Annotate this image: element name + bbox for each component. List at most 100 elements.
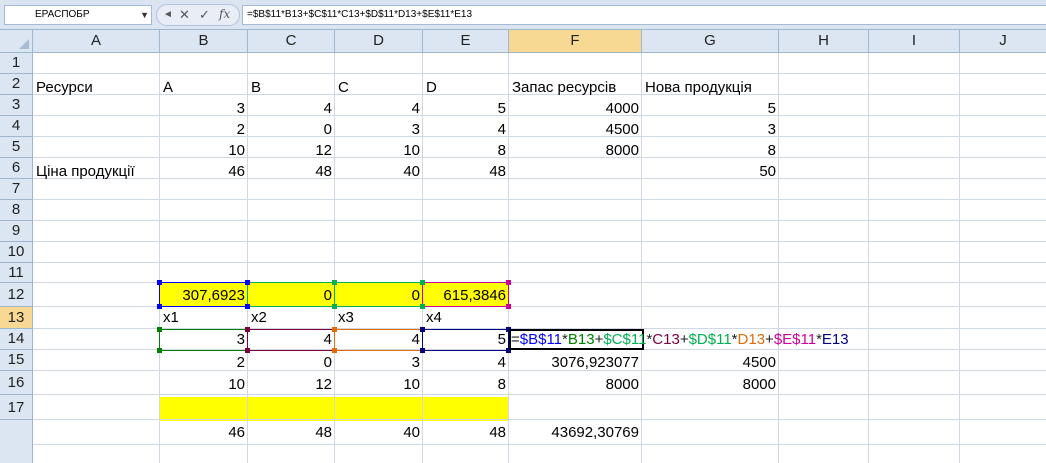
range-handle[interactable] [332, 304, 337, 309]
cell-c12[interactable]: x2 [248, 307, 335, 328]
cell-b12[interactable]: x1 [160, 307, 248, 328]
cell-b3[interactable]: 3 [160, 98, 248, 119]
row-header-1[interactable]: 1 [0, 53, 33, 74]
cell-e14[interactable]: 4 [423, 352, 509, 373]
cell-g3[interactable]: 5 [642, 98, 779, 119]
row-header-11[interactable]: 11 [0, 263, 33, 283]
cell-b11[interactable]: 307,6923 [160, 285, 248, 306]
cell-g4[interactable]: 3 [642, 119, 779, 140]
column-header-a[interactable]: A [33, 30, 160, 52]
range-handle[interactable] [332, 280, 337, 285]
range-handle[interactable] [245, 280, 250, 285]
cell-d12[interactable]: x3 [335, 307, 423, 328]
column-header-f[interactable]: F [509, 30, 642, 52]
cell-e4[interactable]: 4 [423, 119, 509, 140]
cell-c14[interactable]: 0 [248, 352, 335, 373]
row-header-10[interactable]: 10 [0, 242, 33, 263]
cell-e3[interactable]: 5 [423, 98, 509, 119]
row-header-9[interactable]: 9 [0, 221, 33, 242]
range-handle[interactable] [420, 327, 425, 332]
row-header-4[interactable]: 4 [0, 116, 33, 137]
range-handle[interactable] [332, 327, 337, 332]
cell-b6[interactable]: 46 [160, 161, 248, 182]
enter-icon[interactable]: ✓ [199, 7, 210, 23]
cell-c4[interactable]: 0 [248, 119, 335, 140]
cell-b13[interactable]: 3 [160, 329, 248, 350]
cell-f14[interactable]: 3076,923077 [509, 352, 642, 373]
range-handle[interactable] [157, 348, 162, 353]
cell-f17[interactable]: 43692,30769 [509, 422, 642, 443]
row-header-2[interactable]: 2 [0, 74, 33, 95]
cell-b17[interactable]: 46 [160, 422, 248, 443]
name-box[interactable]: ЕРАСПОБР ▼ [4, 5, 152, 25]
cell-f2[interactable]: Запас ресурсів [509, 77, 642, 98]
cell-c6[interactable]: 48 [248, 161, 335, 182]
range-handle[interactable] [157, 304, 162, 309]
column-header-c[interactable]: C [248, 30, 335, 52]
row-header-7[interactable]: 7 [0, 179, 33, 200]
formula-input[interactable]: =$B$11*B13+$C$11*C13+$D$11*D13+$E$11*E13 [242, 5, 1046, 25]
cell-a2[interactable]: Ресурси [33, 77, 160, 98]
cell-g6[interactable]: 50 [642, 161, 779, 182]
cell-a6[interactable]: Ціна продукції [33, 161, 160, 182]
cell-g14[interactable]: 4500 [642, 352, 779, 373]
cell-b2[interactable]: A [160, 77, 248, 98]
row-header-8[interactable]: 8 [0, 200, 33, 221]
column-header-d[interactable]: D [335, 30, 423, 52]
range-handle[interactable] [420, 304, 425, 309]
cell-g5[interactable]: 8 [642, 140, 779, 161]
range-handle[interactable] [420, 280, 425, 285]
cell-e12[interactable]: x4 [423, 307, 509, 328]
cell-c15[interactable]: 12 [248, 374, 335, 395]
range-handle[interactable] [506, 280, 511, 285]
cell-e17[interactable]: 48 [423, 422, 509, 443]
row-header-5[interactable]: 5 [0, 137, 33, 158]
cell-c11[interactable]: 0 [248, 285, 335, 306]
cell-e15[interactable]: 8 [423, 374, 509, 395]
cell-d6[interactable]: 40 [335, 161, 423, 182]
column-header-h[interactable]: H [779, 30, 869, 52]
cell-f5[interactable]: 8000 [509, 140, 642, 161]
select-all-button[interactable] [0, 30, 33, 52]
cell-b15[interactable]: 10 [160, 374, 248, 395]
range-handle[interactable] [506, 304, 511, 309]
range-handle[interactable] [157, 280, 162, 285]
cell-d15[interactable]: 10 [335, 374, 423, 395]
chevron-down-icon[interactable]: ▼ [140, 6, 149, 24]
range-handle[interactable] [245, 348, 250, 353]
range-handle[interactable] [157, 327, 162, 332]
range-handle[interactable] [332, 348, 337, 353]
row-header-15[interactable]: 15 [0, 350, 33, 371]
cell-c17[interactable]: 48 [248, 422, 335, 443]
expand-icon[interactable]: ◄ [163, 9, 173, 20]
cell-d4[interactable]: 3 [335, 119, 423, 140]
cell-e13[interactable]: 5 [423, 329, 509, 350]
cell-d11[interactable]: 0 [335, 285, 423, 306]
cell-d5[interactable]: 10 [335, 140, 423, 161]
column-header-e[interactable]: E [423, 30, 509, 52]
cell-d3[interactable]: 4 [335, 98, 423, 119]
cell-f15[interactable]: 8000 [509, 374, 642, 395]
cell-c3[interactable]: 4 [248, 98, 335, 119]
cell-c13[interactable]: 4 [248, 329, 335, 350]
column-header-i[interactable]: I [869, 30, 960, 52]
cell-d17[interactable]: 40 [335, 422, 423, 443]
cancel-icon[interactable]: ✕ [179, 7, 190, 23]
in-cell-formula[interactable]: =$B$11*B13+$C$11*C13+$D$11*D13+$E$11*E13 [511, 329, 849, 350]
range-handle[interactable] [245, 327, 250, 332]
row-header-13[interactable]: 13 [0, 307, 33, 329]
cell-e6[interactable]: 48 [423, 161, 509, 182]
column-header-b[interactable]: B [160, 30, 248, 52]
cell-d2[interactable]: C [335, 77, 423, 98]
cell-f3[interactable]: 4000 [509, 98, 642, 119]
row-header-3[interactable]: 3 [0, 95, 33, 116]
range-handle[interactable] [245, 304, 250, 309]
cell-f4[interactable]: 4500 [509, 119, 642, 140]
cell-e2[interactable]: D [423, 77, 509, 98]
cell-d14[interactable]: 3 [335, 352, 423, 373]
cell-b5[interactable]: 10 [160, 140, 248, 161]
row-header-6[interactable]: 6 [0, 158, 33, 179]
column-header-j[interactable]: J [960, 30, 1046, 52]
row-header-18[interactable] [0, 420, 33, 463]
cell-c2[interactable]: B [248, 77, 335, 98]
